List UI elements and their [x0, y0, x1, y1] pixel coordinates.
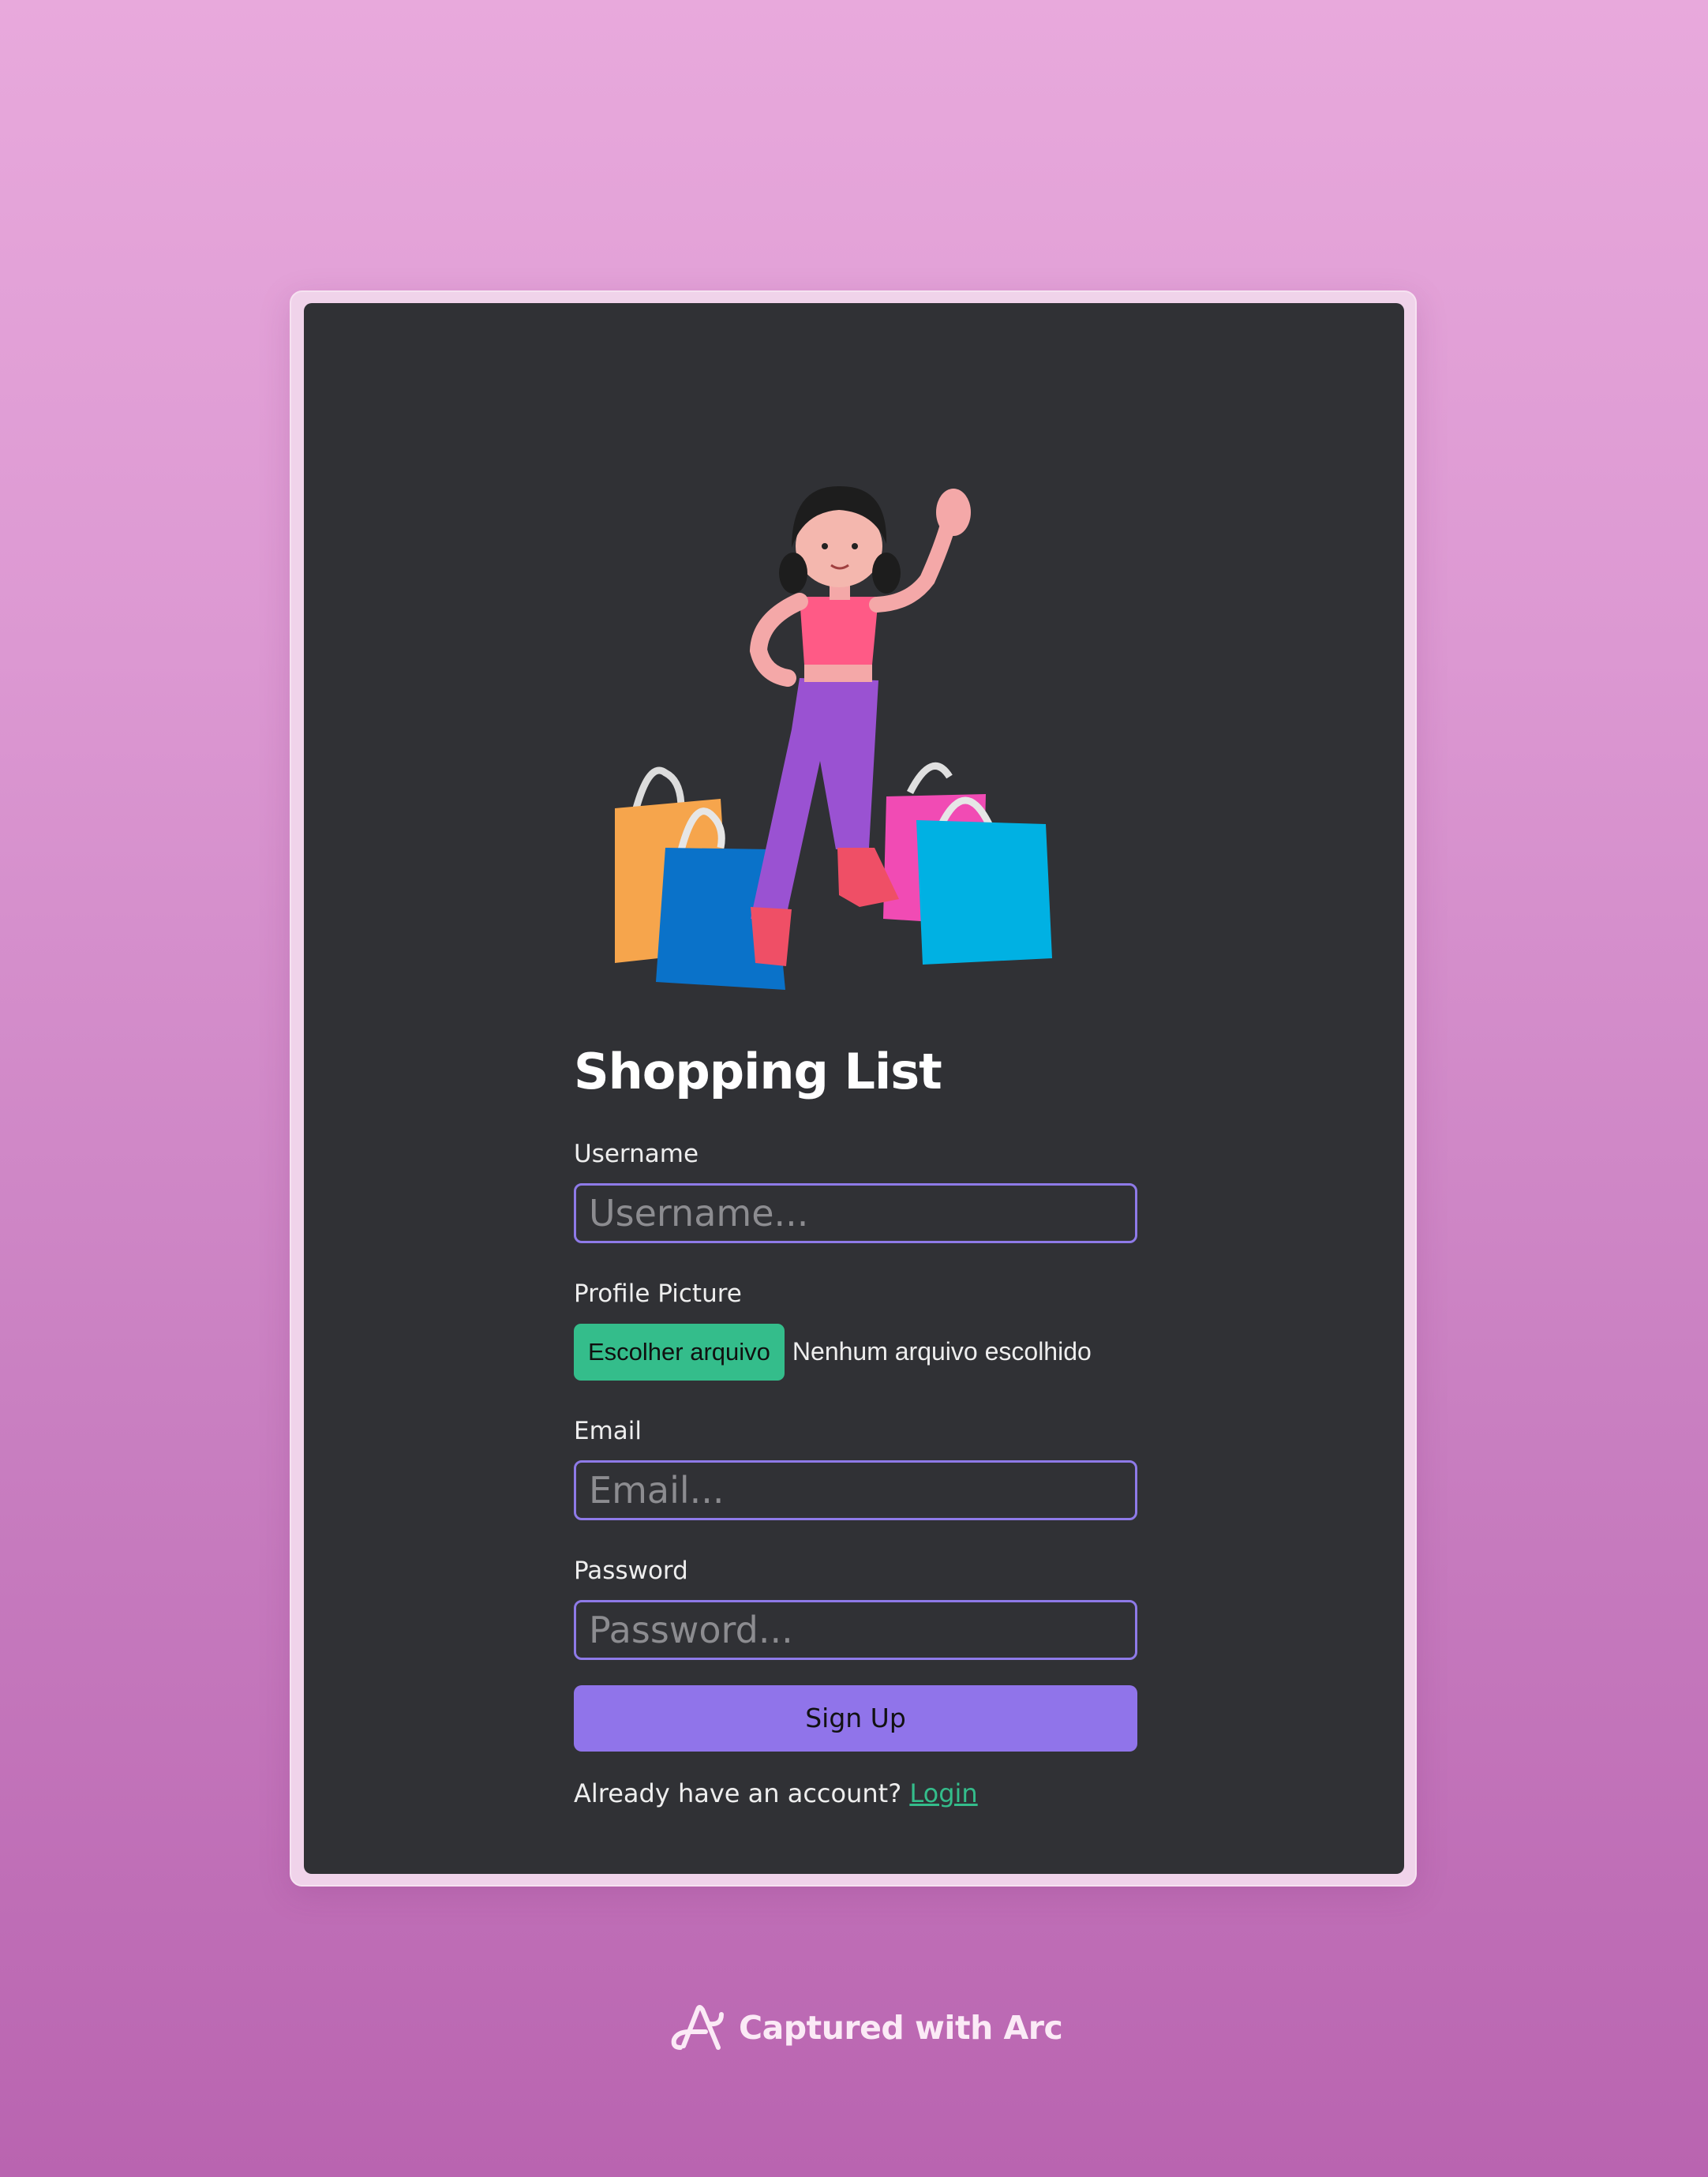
account-prompt-text: Already have an account?: [574, 1778, 902, 1808]
login-link[interactable]: Login: [909, 1778, 977, 1808]
choose-file-button[interactable]: Escolher arquivo: [574, 1323, 785, 1381]
file-picker: Escolher arquivo Nenhum arquivo escolhid…: [574, 1323, 1137, 1381]
capture-text: Captured with Arc: [739, 2009, 1063, 2047]
page-title: Shopping List: [574, 1043, 942, 1100]
signup-form: Shopping List Username Profile Picture E…: [574, 1043, 1137, 1808]
username-input[interactable]: [574, 1183, 1137, 1244]
email-input[interactable]: [574, 1459, 1137, 1520]
email-label: Email: [574, 1416, 642, 1445]
profile-picture-label: Profile Picture: [574, 1280, 742, 1309]
arc-logo-icon: [671, 2005, 724, 2050]
password-input[interactable]: [574, 1599, 1137, 1660]
file-status: Nenhum arquivo escolhido: [792, 1337, 1092, 1366]
login-prompt: Already have an account? Login: [574, 1778, 1137, 1808]
signup-card: Shopping List Username Profile Picture E…: [304, 303, 1404, 1874]
password-label: Password: [574, 1556, 688, 1585]
username-label: Username: [574, 1140, 699, 1169]
shopping-woman-illustration: [615, 485, 1052, 990]
sign-up-button[interactable]: Sign Up: [574, 1684, 1137, 1752]
arc-capture-badge: Captured with Arc: [666, 2000, 1063, 2055]
browser-frame: Shopping List Username Profile Picture E…: [290, 290, 1417, 1887]
